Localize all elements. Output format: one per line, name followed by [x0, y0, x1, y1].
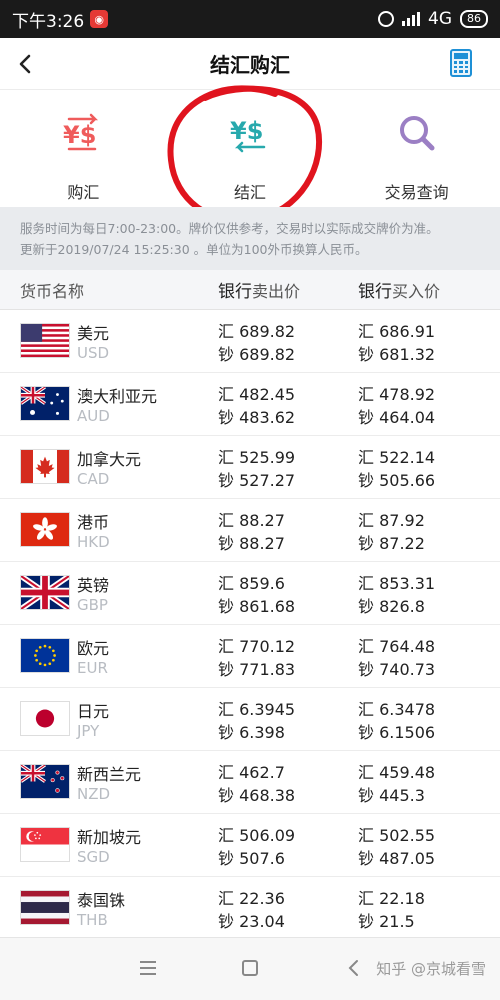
bank-buy-rates: 汇 459.48 钞 445.3 — [358, 763, 436, 805]
menu-icon[interactable] — [140, 961, 156, 975]
table-row[interactable]: 港币 HKD 汇 88.27 钞 88.27 汇 87.92 钞 87.22 — [0, 499, 500, 562]
table-row[interactable]: 英镑 GBP 汇 859.6 钞 861.68 汇 853.31 钞 826.8 — [0, 562, 500, 625]
bank-sell-rates: 汇 462.7 钞 468.38 — [218, 763, 296, 805]
bank-sell-rates: 汇 6.3945 钞 6.398 — [218, 700, 296, 742]
transaction-query-label: 交易查询 — [384, 183, 449, 202]
currency-code: THB — [77, 911, 108, 929]
table-row[interactable]: 新西兰元 NZD 汇 462.7 钞 468.38 汇 459.48 钞 445.3 — [0, 751, 500, 814]
currency-code: SGD — [77, 848, 110, 866]
japan-flag-icon — [20, 701, 70, 736]
currency-code: NZD — [77, 785, 111, 803]
table-row[interactable]: 澳大利亚元 AUD 汇 482.45 钞 483.62 汇 478.92 钞 464… — [0, 373, 500, 436]
currency-code: HKD — [77, 533, 110, 551]
bank-buy-rates: 汇 522.14 钞 505.66 — [358, 448, 436, 490]
currency-name: 新西兰元 — [77, 765, 142, 784]
transaction-query-button[interactable]: 交易查询 — [333, 91, 500, 207]
currency-name: 港币 — [77, 513, 110, 532]
currency-name: 日元 — [77, 702, 110, 721]
currency-name: 泰国铢 — [77, 891, 126, 910]
bank-sell-rates: 汇 770.12 钞 771.83 — [218, 637, 296, 679]
back-arrow-icon[interactable] — [12, 50, 40, 78]
currency-code: AUD — [77, 407, 110, 425]
svg-text:¥$: ¥$ — [230, 117, 263, 145]
table-row[interactable]: 美元 USD 汇 689.82 钞 689.82 汇 686.91 钞 681.32 — [0, 310, 500, 373]
network-type: 4G — [428, 9, 452, 29]
canada-flag-icon — [20, 449, 70, 484]
search-icon — [397, 109, 437, 157]
system-nav-bar: 知乎 @京城看雪 — [0, 937, 500, 1000]
currency-name: 欧元 — [77, 639, 110, 658]
battery-icon: 86 — [460, 10, 488, 28]
calculator-icon[interactable] — [450, 49, 472, 77]
header-currency-name: 货币名称 — [20, 281, 85, 301]
currency-code: CAD — [77, 470, 110, 488]
buy-currency-button[interactable]: ¥$ 购汇 — [0, 91, 167, 207]
singapore-flag-icon — [20, 827, 70, 862]
australia-flag-icon — [20, 386, 70, 421]
bank-buy-rates: 汇 87.92 钞 87.22 — [358, 511, 425, 553]
currency-code: JPY — [77, 722, 100, 740]
hong-kong-flag-icon — [20, 512, 70, 547]
bank-buy-rates: 汇 22.18 钞 21.5 — [358, 889, 425, 931]
sell-currency-label: 结汇 — [233, 183, 266, 202]
notice-line-1: 服务时间为每日7:00-23:00。牌价仅供参考，交易时以实际成交牌价为准。 — [20, 221, 439, 236]
back-icon[interactable] — [346, 958, 360, 978]
eu-flag-icon — [20, 638, 70, 673]
rates-table: 美元 USD 汇 689.82 钞 689.82 汇 686.91 钞 681.32… — [0, 310, 500, 940]
currency-code: USD — [77, 344, 110, 362]
app-notification-icon: ◉ — [90, 10, 109, 28]
header-bank-sell: 银行卖出价 — [218, 282, 301, 302]
status-bar: 下午3:26 ◉ 4G 86 — [0, 0, 500, 38]
bank-buy-rates: 汇 853.31 钞 826.8 — [358, 574, 436, 616]
new-zealand-flag-icon — [20, 764, 70, 799]
signal-icon — [402, 12, 420, 26]
currency-name: 英镑 — [77, 576, 110, 595]
bank-buy-rates: 汇 764.48 钞 740.73 — [358, 637, 436, 679]
service-notice: 服务时间为每日7:00-23:00。牌价仅供参考，交易时以实际成交牌价为准。 更… — [0, 207, 500, 270]
watermark: 知乎 @京城看雪 — [376, 960, 486, 978]
app-header: 结汇购汇 — [0, 38, 500, 90]
thailand-flag-icon — [20, 890, 70, 925]
currency-code: GBP — [77, 596, 108, 614]
table-row[interactable]: 泰国铢 THB 汇 22.36 钞 23.04 汇 22.18 钞 21.5 — [0, 877, 500, 940]
action-row: ¥$ 购汇 ¥$ 结汇 交易查询 — [0, 91, 500, 207]
table-row[interactable]: 欧元 EUR 汇 770.12 钞 771.83 汇 764.48 钞 740.73 — [0, 625, 500, 688]
svg-text:¥$: ¥$ — [63, 121, 96, 149]
bank-buy-rates: 汇 502.55 钞 487.05 — [358, 826, 436, 868]
status-time: 下午3:26 — [12, 11, 85, 32]
bank-buy-rates: 汇 6.3478 钞 6.1506 — [358, 700, 436, 742]
table-row[interactable]: 新加坡元 SGD 汇 506.09 钞 507.6 汇 502.55 钞 487.0… — [0, 814, 500, 877]
uk-flag-icon — [20, 575, 70, 610]
buy-currency-label: 购汇 — [67, 183, 100, 202]
sell-currency-icon: ¥$ — [226, 109, 274, 157]
page-title: 结汇购汇 — [210, 53, 290, 77]
table-row[interactable]: 日元 JPY 汇 6.3945 钞 6.398 汇 6.3478 钞 6.1506 — [0, 688, 500, 751]
usa-flag-icon — [20, 323, 70, 358]
currency-name: 澳大利亚元 — [77, 387, 158, 406]
bank-sell-rates: 汇 88.27 钞 88.27 — [218, 511, 285, 553]
bank-buy-rates: 汇 686.91 钞 681.32 — [358, 322, 436, 364]
bank-sell-rates: 汇 525.99 钞 527.27 — [218, 448, 296, 490]
bank-buy-rates: 汇 478.92 钞 464.04 — [358, 385, 436, 427]
notice-line-2: 更新于2019/07/24 15:25:30 。单位为100外币换算人民币。 — [20, 242, 368, 257]
bank-sell-rates: 汇 859.6 钞 861.68 — [218, 574, 296, 616]
sell-currency-button[interactable]: ¥$ 结汇 — [167, 91, 334, 207]
currency-code: EUR — [77, 659, 108, 677]
home-icon[interactable] — [242, 960, 258, 976]
rates-table-header: 货币名称 银行卖出价 银行买入价 — [0, 270, 500, 310]
currency-name: 加拿大元 — [77, 450, 142, 469]
table-row[interactable]: 加拿大元 CAD 汇 525.99 钞 527.27 汇 522.14 钞 505.… — [0, 436, 500, 499]
header-bank-buy: 银行买入价 — [358, 282, 441, 302]
bank-sell-rates: 汇 689.82 钞 689.82 — [218, 322, 296, 364]
alarm-icon — [378, 11, 394, 27]
bank-sell-rates: 汇 22.36 钞 23.04 — [218, 889, 285, 931]
buy-currency-icon: ¥$ — [59, 109, 107, 157]
bank-sell-rates: 汇 482.45 钞 483.62 — [218, 385, 296, 427]
bank-sell-rates: 汇 506.09 钞 507.6 — [218, 826, 296, 868]
currency-name: 美元 — [77, 324, 110, 343]
currency-name: 新加坡元 — [77, 828, 142, 847]
